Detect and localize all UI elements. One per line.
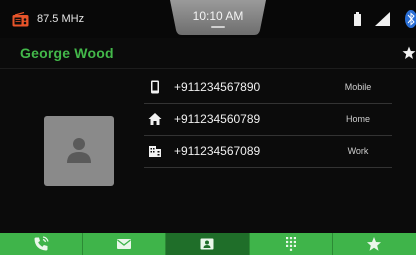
person-icon bbox=[67, 138, 91, 163]
tab-call-log[interactable] bbox=[0, 233, 84, 255]
status-bar: 87.5 MHz 10:10 AM bbox=[0, 0, 416, 38]
number-type: Home bbox=[345, 114, 370, 124]
home-icon bbox=[148, 112, 162, 126]
drag-handle-icon[interactable] bbox=[211, 26, 225, 28]
number-type: Mobile bbox=[344, 82, 372, 92]
bottom-nav bbox=[0, 233, 416, 255]
clock-tab[interactable]: 10:10 AM bbox=[170, 0, 266, 36]
phone-number: +911234567890 bbox=[174, 80, 261, 94]
radio-frequency: 87.5 MHz bbox=[37, 13, 85, 25]
signal-icon bbox=[375, 12, 390, 26]
favorites-star-icon bbox=[366, 237, 381, 251]
work-building-icon bbox=[148, 144, 162, 158]
phone-call-icon bbox=[34, 236, 49, 251]
tab-contacts[interactable] bbox=[166, 233, 250, 255]
message-icon bbox=[117, 239, 132, 249]
number-row-mobile[interactable]: +911234567890 Mobile bbox=[144, 72, 392, 104]
dialpad-icon bbox=[285, 237, 296, 251]
bluetooth-icon bbox=[402, 10, 416, 28]
tab-favorites[interactable] bbox=[333, 233, 416, 255]
contact-name: George Wood bbox=[20, 45, 114, 61]
number-row-work[interactable]: +911234567089 Work bbox=[144, 136, 392, 168]
number-row-home[interactable]: +911234560789 Home bbox=[144, 104, 392, 136]
phone-number-list: +911234567890 Mobile +911234560789 Home bbox=[144, 72, 392, 168]
contacts-icon bbox=[200, 238, 214, 250]
phone-number: +911234567089 bbox=[174, 144, 261, 158]
star-icon[interactable] bbox=[402, 46, 416, 60]
phone-contact-screen: 87.5 MHz 10:10 AM George Wood +911234567… bbox=[0, 0, 416, 255]
battery-icon bbox=[354, 12, 361, 26]
tab-dialpad[interactable] bbox=[250, 233, 333, 255]
number-type: Work bbox=[347, 146, 369, 156]
contact-header: George Wood bbox=[0, 38, 416, 69]
mobile-phone-icon bbox=[148, 80, 162, 94]
phone-number: +911234560789 bbox=[174, 112, 261, 126]
tab-messages[interactable] bbox=[83, 233, 167, 255]
avatar bbox=[44, 116, 114, 186]
clock-time: 10:10 AM bbox=[192, 9, 244, 23]
radio-icon[interactable] bbox=[12, 11, 29, 27]
